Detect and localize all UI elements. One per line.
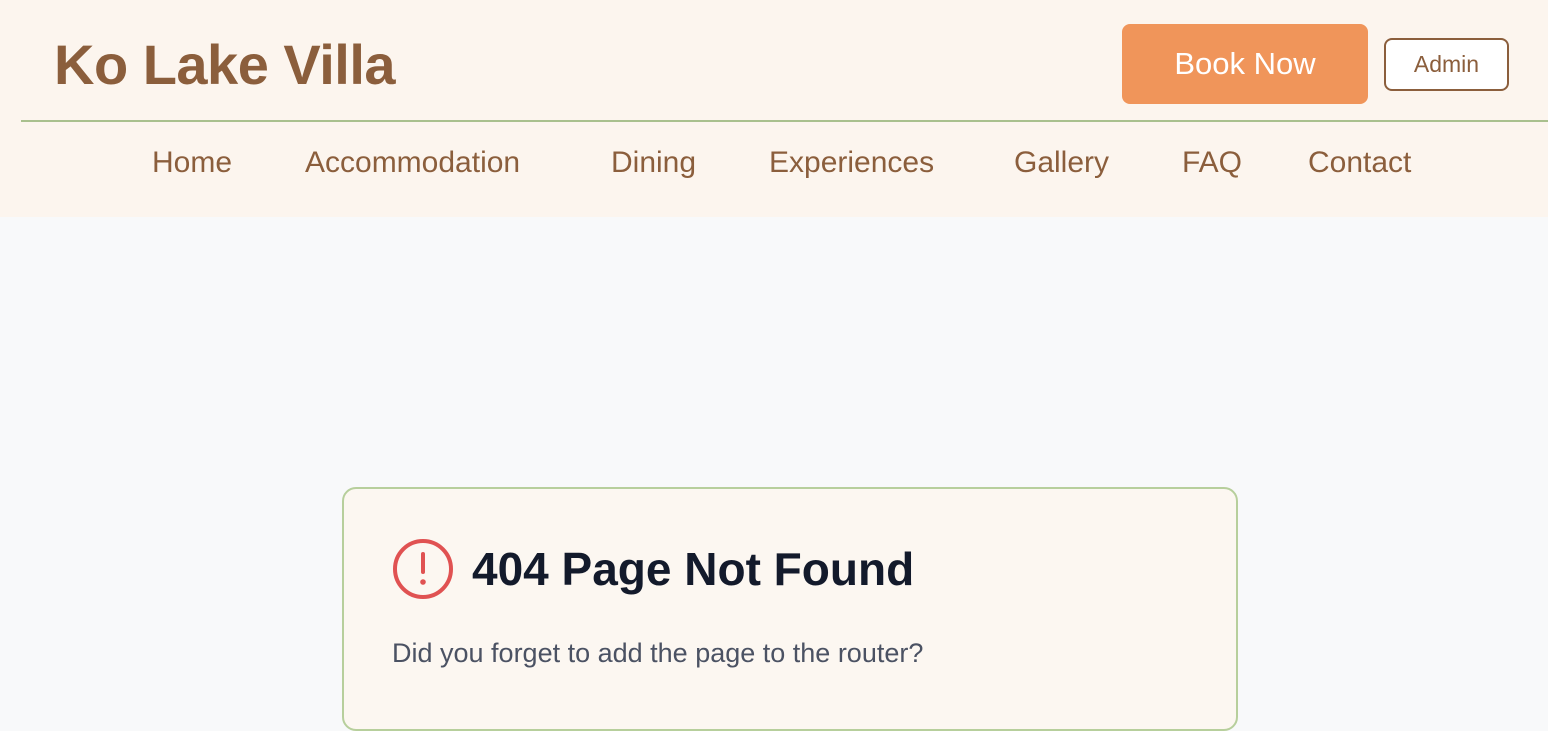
nav-item-gallery[interactable]: Gallery: [1014, 140, 1109, 186]
nav-item-faq[interactable]: FAQ: [1182, 140, 1242, 186]
nav-item-experiences[interactable]: Experiences: [769, 140, 934, 186]
error-title: 404 Page Not Found: [472, 543, 915, 595]
error-message: Did you forget to add the page to the ro…: [392, 638, 924, 668]
admin-button[interactable]: Admin: [1384, 38, 1509, 91]
alert-circle-icon: [393, 539, 453, 599]
site-header: Ko Lake Villa Book Now Admin Home Accomm…: [0, 0, 1548, 217]
nav-item-dining[interactable]: Dining: [611, 140, 696, 186]
header-divider: [21, 120, 1548, 122]
book-now-button[interactable]: Book Now: [1122, 24, 1368, 104]
nav-item-home[interactable]: Home: [152, 140, 232, 186]
nav-item-accommodation[interactable]: Accommodation: [305, 140, 520, 186]
nav-item-contact[interactable]: Contact: [1308, 140, 1411, 186]
error-card: [342, 487, 1238, 731]
main-nav: Home Accommodation Dining Experiences Ga…: [0, 140, 1548, 186]
site-logo-text[interactable]: Ko Lake Villa: [54, 30, 396, 100]
